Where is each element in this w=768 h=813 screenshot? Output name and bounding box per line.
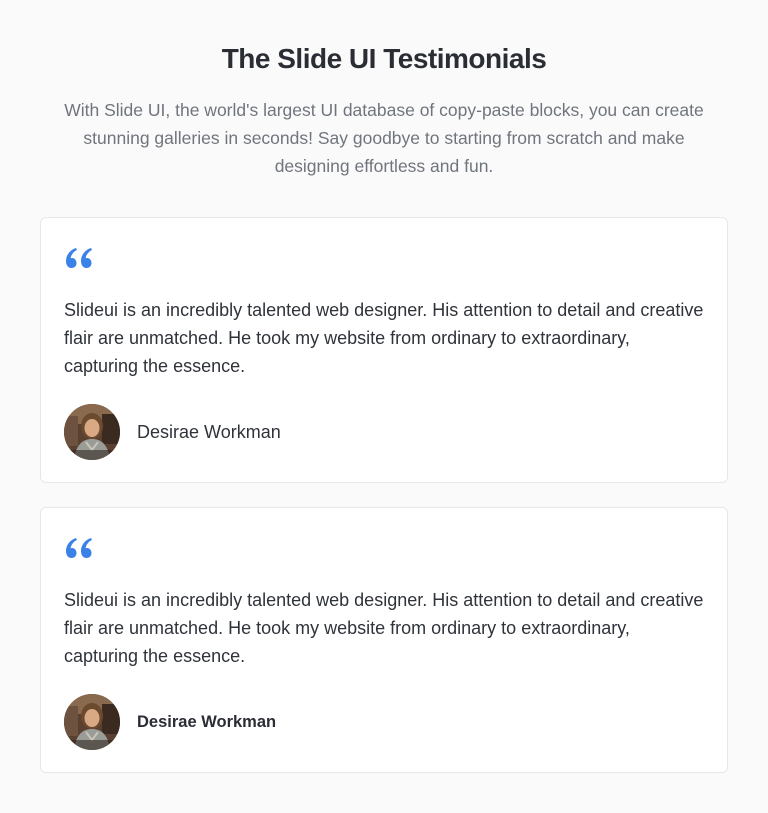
testimonial-card: Slideui is an incredibly talented web de…	[40, 217, 728, 483]
page-subtitle: With Slide UI, the world's largest UI da…	[64, 100, 704, 176]
avatar	[64, 404, 120, 460]
testimonial-quote: Slideui is an incredibly talented web de…	[64, 590, 704, 666]
page-title: The Slide UI Testimonials	[221, 43, 547, 74]
testimonials-page: The Slide UI Testimonials With Slide UI,…	[0, 0, 768, 813]
testimonial-quote: Slideui is an incredibly talented web de…	[64, 300, 704, 376]
testimonials-header: The Slide UI Testimonials With Slide UI,…	[0, 0, 768, 180]
testimonial-card: Slideui is an incredibly talented web de…	[40, 507, 728, 773]
testimonial-author: Desirae Workman	[64, 694, 276, 750]
avatar	[64, 694, 120, 750]
testimonial-author: Desirae Workman	[64, 404, 281, 460]
quote-icon	[66, 538, 92, 558]
quote-icon	[66, 248, 92, 268]
author-name: Desirae Workman	[137, 421, 281, 442]
author-name: Desirae Workman	[137, 712, 277, 731]
